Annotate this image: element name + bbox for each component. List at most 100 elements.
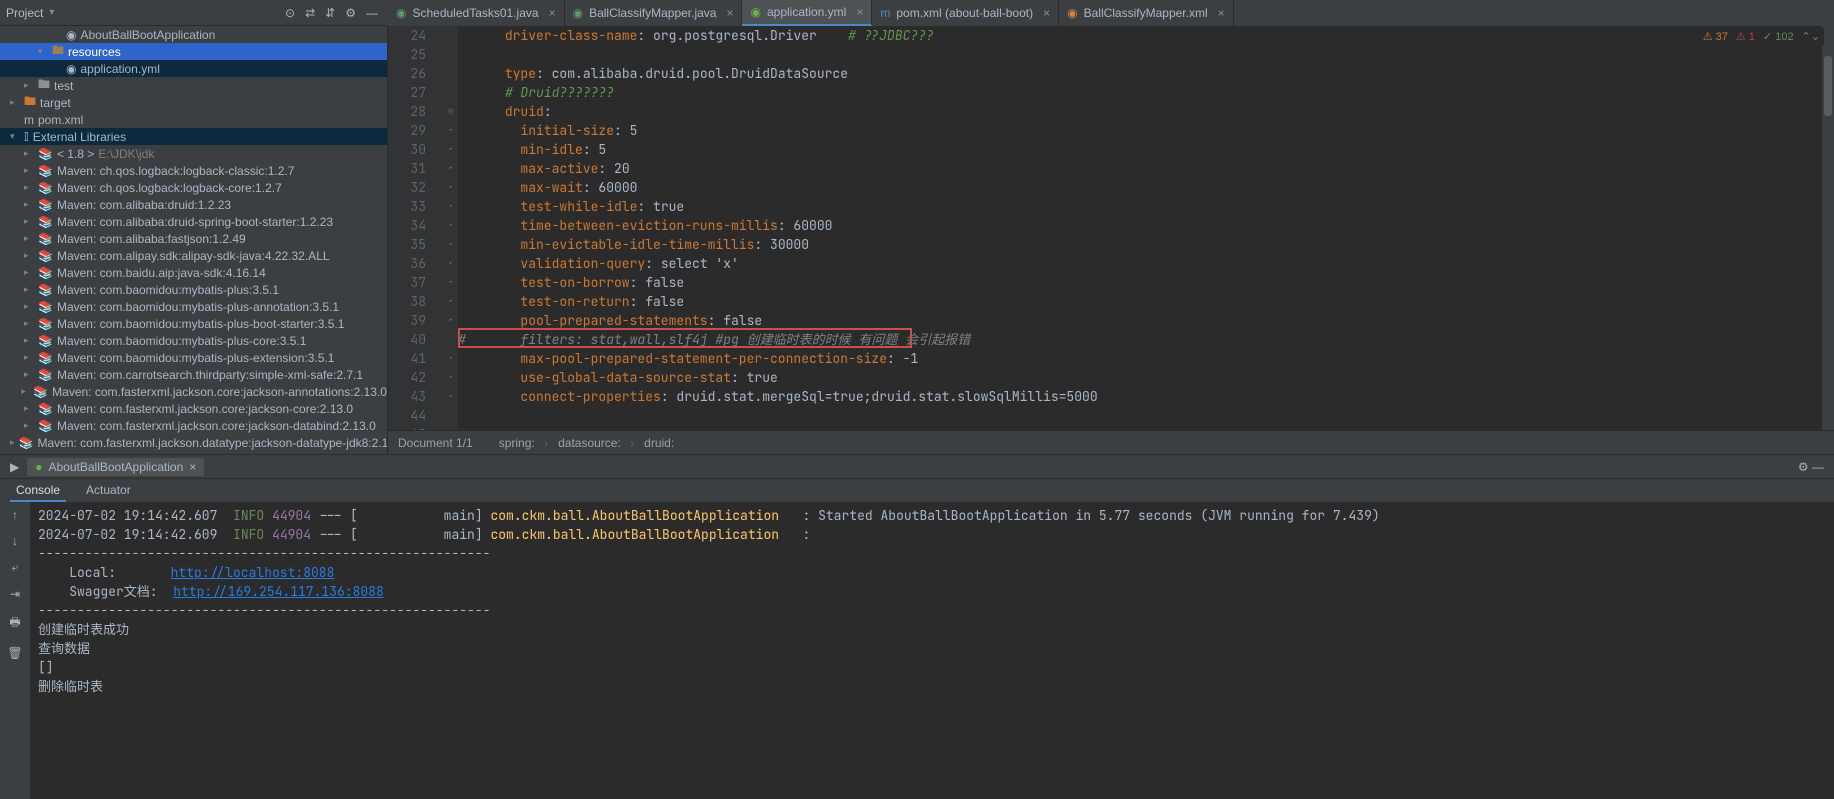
chevron-icon[interactable]: ⌃⌄ [1802, 30, 1820, 43]
fold-column[interactable]: ⊟▸▸▸▸▸▸▸▸▸▸▸▸▸▸ [444, 26, 458, 430]
tree-row[interactable]: ▸📚Maven: com.baomidou:mybatis-plus-core:… [0, 332, 387, 349]
code-line[interactable]: type: com.alibaba.druid.pool.DruidDataSo… [458, 64, 1822, 83]
locate-icon[interactable]: ⊙ [285, 6, 295, 20]
breadcrumb-item[interactable]: Document 1/1 [398, 436, 473, 450]
code-line[interactable]: initial-size: 5 [458, 121, 1822, 140]
console-output[interactable]: 2024-07-02 19:14:42.607 INFO 44904 --- [… [30, 502, 1834, 799]
fold-handle[interactable]: ▸ [444, 140, 458, 159]
tree-row[interactable]: ▸📚Maven: com.baidu.aip:java-sdk:4.16.14 [0, 264, 387, 281]
code-line[interactable]: pool-prepared-statements: false [458, 311, 1822, 330]
down-icon[interactable]: ↓ [12, 534, 18, 548]
code-line[interactable]: min-idle: 5 [458, 140, 1822, 159]
fold-handle[interactable]: ▸ [444, 368, 458, 387]
url-link[interactable]: http://169.254.117.136:8088 [173, 583, 384, 600]
line-number[interactable]: 36 [388, 254, 426, 273]
code-line[interactable]: max-wait: 60000 [458, 178, 1822, 197]
tree-row[interactable]: ▸🖿target [0, 94, 387, 111]
fold-handle[interactable]: ▸ [444, 387, 458, 406]
expand-toggle-icon[interactable]: ▸ [24, 80, 34, 91]
gear-icon[interactable]: ⚙ — [1798, 460, 1824, 474]
breadcrumb-item[interactable]: druid: [644, 436, 680, 450]
close-icon[interactable]: × [1043, 6, 1050, 20]
console-line[interactable]: [] [38, 658, 1826, 677]
editor-tab[interactable]: ◉application.yml× [742, 0, 872, 26]
tree-row[interactable]: ▸📚Maven: com.alibaba:fastjson:1.2.49 [0, 230, 387, 247]
console-tab[interactable]: Actuator [80, 480, 137, 502]
close-icon[interactable]: × [1218, 6, 1225, 20]
code-line[interactable]: max-pool-prepared-statement-per-connecti… [458, 349, 1822, 368]
breadcrumb[interactable]: Document 1/1spring:datasource:druid: [388, 430, 1834, 454]
line-number[interactable]: 31 [388, 159, 426, 178]
editor-tab[interactable]: ◉BallClassifyMapper.xml× [1059, 0, 1234, 26]
ok-icon[interactable]: ✓ 102 [1763, 30, 1794, 43]
url-link[interactable]: http://localhost:8088 [171, 564, 335, 581]
soft-wrap-icon[interactable]: ⤶ [12, 560, 19, 575]
expand-toggle-icon[interactable]: ▸ [24, 284, 34, 295]
line-number[interactable]: 24 [388, 26, 426, 45]
line-number[interactable]: 27 [388, 83, 426, 102]
tree-row[interactable]: ▸📚Maven: com.baomidou:mybatis-plus-boot-… [0, 315, 387, 332]
line-number[interactable]: 40 [388, 330, 426, 349]
expand-toggle-icon[interactable]: ▸ [24, 233, 34, 244]
expand-toggle-icon[interactable]: ▸ [24, 301, 34, 312]
inspection-widget[interactable]: ⚠ 37 ⚠ 1 ✓ 102 ⌃⌄ [1699, 28, 1824, 45]
fold-handle[interactable] [444, 64, 458, 83]
code-line[interactable]: mvc: [458, 425, 1822, 430]
close-icon[interactable]: × [726, 6, 733, 20]
line-number[interactable]: 35 [388, 235, 426, 254]
tree-row[interactable]: ◉application.yml [0, 60, 387, 77]
code-line[interactable]: validation-query: select 'x' [458, 254, 1822, 273]
tree-row[interactable]: ▸📚Maven: com.baomidou:mybatis-plus-annot… [0, 298, 387, 315]
gear-icon[interactable]: ⚙ [345, 6, 356, 20]
tree-row[interactable]: ▸📚Maven: com.baomidou:mybatis-plus-exten… [0, 349, 387, 366]
tree-row[interactable]: ▾𝕀External Libraries [0, 128, 387, 145]
code-line[interactable]: min-evictable-idle-time-millis: 30000 [458, 235, 1822, 254]
line-number[interactable]: 29 [388, 121, 426, 140]
expand-toggle-icon[interactable]: ▸ [24, 165, 34, 176]
line-number[interactable]: 43 [388, 387, 426, 406]
editor-tab[interactable]: ◉BallClassifyMapper.java× [565, 0, 743, 26]
expand-toggle-icon[interactable]: ▸ [24, 250, 34, 261]
line-number-gutter[interactable]: 2425262728293031323334353637383940414243… [388, 26, 444, 430]
line-number[interactable]: 38 [388, 292, 426, 311]
tree-row[interactable]: ▸📚Maven: com.alibaba:druid-spring-boot-s… [0, 213, 387, 230]
fold-handle[interactable] [444, 330, 458, 349]
tree-row[interactable]: ▸📚Maven: com.baomidou:mybatis-plus:3.5.1 [0, 281, 387, 298]
expand-toggle-icon[interactable]: ▾ [38, 46, 48, 57]
fold-handle[interactable]: ▸ [444, 216, 458, 235]
code-line[interactable]: driver-class-name: org.postgresql.Driver… [458, 26, 1822, 45]
fold-handle[interactable]: ⊟ [444, 102, 458, 121]
tree-row[interactable]: ▸📚Maven: com.alibaba:druid:1.2.23 [0, 196, 387, 213]
close-icon[interactable]: × [189, 460, 196, 474]
code-area[interactable]: driver-class-name: org.postgresql.Driver… [458, 26, 1822, 430]
trash-icon[interactable]: 🗑 [7, 646, 22, 660]
line-number[interactable]: 28 [388, 102, 426, 121]
console-line[interactable]: Local: http://localhost:8088 [38, 563, 1826, 582]
line-number[interactable]: 37 [388, 273, 426, 292]
expand-toggle-icon[interactable]: ▸ [24, 182, 34, 193]
scroll-end-icon[interactable]: ⇥ [10, 587, 20, 601]
code-line[interactable]: druid: [458, 102, 1822, 121]
line-number[interactable]: 41 [388, 349, 426, 368]
console-line[interactable]: 2024-07-02 19:14:42.607 INFO 44904 --- [… [38, 506, 1826, 525]
tree-row[interactable]: ▸📚< 1.8 > E:\JDK\jdk [0, 145, 387, 162]
console-line[interactable]: 查询数据 [38, 639, 1826, 658]
code-line[interactable]: test-on-borrow: false [458, 273, 1822, 292]
run-tab[interactable]: ● AboutBallBootApplication × [27, 458, 204, 476]
line-number[interactable]: 42 [388, 368, 426, 387]
code-line[interactable]: time-between-eviction-runs-millis: 60000 [458, 216, 1822, 235]
tree-row[interactable]: ▸📚Maven: com.fasterxml.jackson.core:jack… [0, 383, 387, 400]
fold-handle[interactable]: ▸ [444, 121, 458, 140]
line-number[interactable]: 30 [388, 140, 426, 159]
print-icon[interactable]: 🖶 [9, 613, 20, 634]
editor-body[interactable]: 2425262728293031323334353637383940414243… [388, 26, 1834, 430]
expand-toggle-icon[interactable]: ▸ [24, 318, 34, 329]
line-number[interactable]: 34 [388, 216, 426, 235]
fold-handle[interactable]: ▸ [444, 311, 458, 330]
expand-toggle-icon[interactable]: ▸ [24, 148, 34, 159]
fold-handle[interactable] [444, 406, 458, 425]
console-line[interactable]: 2024-07-02 19:14:42.609 INFO 44904 --- [… [38, 525, 1826, 544]
fold-handle[interactable]: ▸ [444, 349, 458, 368]
tree-row[interactable]: ▸📚Maven: com.fasterxml.jackson.core:jack… [0, 417, 387, 434]
tree-row[interactable]: mpom.xml [0, 111, 387, 128]
